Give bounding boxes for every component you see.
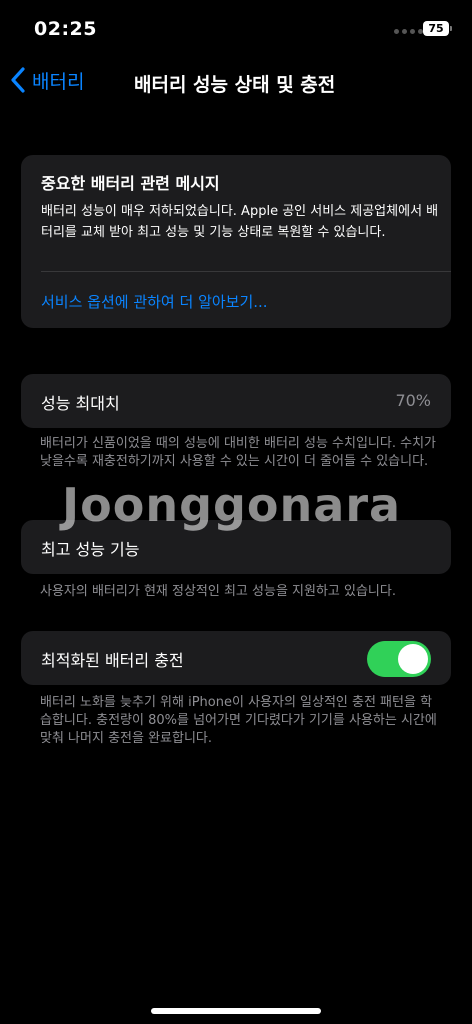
optimized-charging-row: 최적화된 배터리 충전	[21, 631, 451, 685]
screen: 02:25 75 배터리 배터리 성능 상태 및 충전 중요한 배터리 관련 메…	[0, 0, 472, 1024]
status-time: 02:25	[34, 18, 97, 40]
message-title: 중요한 배터리 관련 메시지	[41, 174, 220, 193]
optimized-charging-toggle[interactable]	[367, 641, 431, 677]
back-label: 배터리	[32, 70, 85, 93]
signal-icon	[394, 29, 423, 34]
page-title: 배터리 성능 상태 및 충전	[134, 74, 336, 96]
watermark: Joonggonara	[62, 478, 402, 532]
peak-performance-label: 최고 성능 기능	[41, 540, 140, 559]
divider	[41, 271, 451, 272]
back-button[interactable]: 배터리	[10, 66, 84, 94]
battery-icon: 75	[423, 21, 449, 36]
toggle-knob	[398, 644, 428, 674]
peak-performance-footnote: 사용자의 배터리가 현재 정상적인 최고 성능을 지원하고 있습니다.	[40, 584, 396, 599]
battery-tip	[450, 26, 452, 31]
battery-message-card: 중요한 배터리 관련 메시지 배터리 성능이 매우 저하되었습니다. Apple…	[21, 155, 451, 328]
nav-bar: 배터리 배터리 성능 상태 및 충전	[0, 62, 472, 106]
peak-capacity-footnote: 배터리가 신품이었을 때의 성능에 대비한 배터리 성능 수치입니다. 수치가 …	[40, 436, 436, 469]
peak-capacity-label: 성능 최대치	[41, 394, 120, 413]
peak-capacity-row: 성능 최대치 70%	[21, 374, 451, 428]
message-body: 배터리 성능이 매우 저하되었습니다. Apple 공인 서비스 제공업체에서 …	[41, 204, 439, 240]
peak-capacity-value: 70%	[395, 391, 431, 410]
home-indicator[interactable]	[151, 1008, 321, 1014]
service-options-link[interactable]: 서비스 옵션에 관하여 더 알아보기...	[41, 291, 268, 312]
status-bar: 02:25 75	[0, 0, 472, 56]
optimized-charging-label: 최적화된 배터리 충전	[41, 651, 184, 670]
chevron-left-icon	[11, 67, 25, 93]
optimized-charging-footnote: 배터리 노화를 늦추기 위해 iPhone이 사용자의 일상적인 충전 패턴을 …	[40, 695, 437, 746]
